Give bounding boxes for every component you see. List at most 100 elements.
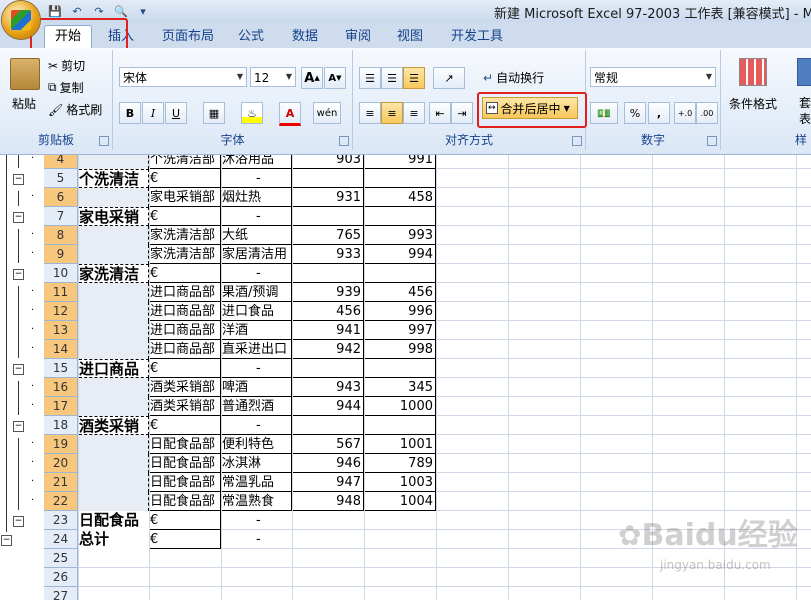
cell-e[interactable] — [365, 359, 436, 378]
tab-review[interactable]: 审阅 — [345, 26, 371, 48]
row-header[interactable]: 10 — [44, 264, 78, 283]
cell-d[interactable] — [293, 264, 364, 283]
cell-a[interactable] — [79, 454, 149, 473]
decrease-decimal-button[interactable]: .00 — [696, 102, 718, 124]
redo-icon[interactable]: ↷ — [90, 3, 108, 19]
cell-c[interactable]: 直采进出口 — [222, 340, 292, 359]
cell-a[interactable] — [79, 155, 149, 169]
cell-e[interactable]: 1000 — [365, 397, 436, 416]
row-header[interactable]: 26 — [44, 568, 78, 587]
top-align-button[interactable]: ☰ — [359, 67, 381, 89]
row-header[interactable]: 5 — [44, 169, 78, 188]
cell-c[interactable] — [222, 416, 292, 435]
office-button[interactable] — [2, 1, 40, 39]
cell-d[interactable]: 933 — [293, 245, 364, 264]
cell-d[interactable]: 944 — [293, 397, 364, 416]
row-header[interactable]: 9 — [44, 245, 78, 264]
cell-b[interactable]: € — [150, 511, 221, 530]
collapse-group-icon[interactable]: − — [13, 212, 24, 223]
borders-button[interactable]: ▦ — [203, 102, 225, 124]
cell-a[interactable] — [79, 435, 149, 454]
cell-c[interactable]: 家居清洁用 — [222, 245, 292, 264]
row-header[interactable]: 18 — [44, 416, 78, 435]
cell-c[interactable]: 常温熟食 — [222, 492, 292, 511]
cell-c[interactable] — [222, 169, 292, 188]
cell-b[interactable]: 日配食品部 — [150, 454, 221, 473]
cell-a[interactable] — [79, 473, 149, 492]
cell-b[interactable]: 个洗清洁部 — [150, 155, 221, 169]
collapse-group-icon[interactable]: − — [13, 174, 24, 185]
cell-b[interactable]: 日配食品部 — [150, 473, 221, 492]
bold-button[interactable]: B — [119, 102, 141, 124]
cell-c[interactable]: 洋酒 — [222, 321, 292, 340]
tab-formulas[interactable]: 公式 — [238, 26, 264, 48]
row-header[interactable]: 15 — [44, 359, 78, 378]
row-header[interactable]: 17 — [44, 397, 78, 416]
font-color-button[interactable]: A — [279, 102, 301, 126]
cell-b[interactable]: € — [150, 530, 221, 549]
undo-icon[interactable]: ↶ — [68, 3, 86, 19]
font-launcher-icon[interactable] — [339, 136, 349, 146]
phonetic-guide-button[interactable]: wén — [313, 102, 341, 124]
currency-button[interactable]: 💵 — [590, 102, 618, 124]
row-header[interactable]: 7 — [44, 207, 78, 226]
tab-page-layout[interactable]: 页面布局 — [162, 26, 214, 48]
row-header[interactable]: 16 — [44, 378, 78, 397]
row-header[interactable]: 20 — [44, 454, 78, 473]
cell-a[interactable] — [79, 302, 149, 321]
cell-a[interactable] — [79, 283, 149, 302]
cell-e[interactable]: 993 — [365, 226, 436, 245]
cell-c[interactable]: 常温乳品 — [222, 473, 292, 492]
cell-e[interactable]: 1004 — [365, 492, 436, 511]
format-painter-button[interactable]: 🖌 格式刷 — [48, 101, 102, 118]
row-header[interactable]: 21 — [44, 473, 78, 492]
row-header[interactable]: 19 — [44, 435, 78, 454]
cell-e[interactable]: 1003 — [365, 473, 436, 492]
cell-c[interactable]: 啤酒 — [222, 378, 292, 397]
customize-qat-icon[interactable]: ▾ — [134, 3, 152, 19]
collapse-total-icon[interactable]: − — [1, 535, 12, 546]
cell-c[interactable]: 烟灶热 — [222, 188, 292, 207]
cell-b[interactable]: 进口商品部 — [150, 283, 221, 302]
align-center-button[interactable]: ≡ — [381, 102, 403, 124]
font-size-select[interactable]: 12 ▼ — [250, 67, 296, 87]
align-left-button[interactable]: ≡ — [359, 102, 381, 124]
cell-e[interactable]: 994 — [365, 245, 436, 264]
cell-d[interactable]: 941 — [293, 321, 364, 340]
cell-b[interactable]: € — [150, 416, 221, 435]
cell-a[interactable]: 个洗清洁 — [79, 169, 149, 188]
cell-e[interactable]: 1001 — [365, 435, 436, 454]
cell-b[interactable]: € — [150, 359, 221, 378]
cell-b[interactable]: 家洗清洁部 — [150, 245, 221, 264]
cell-e[interactable]: 998 — [365, 340, 436, 359]
cell-d[interactable]: 939 — [293, 283, 364, 302]
cell-e[interactable] — [365, 264, 436, 283]
cell-a[interactable] — [79, 321, 149, 340]
cell-c[interactable]: 便利特色 — [222, 435, 292, 454]
cell-a[interactable] — [79, 188, 149, 207]
tab-data[interactable]: 数据 — [292, 26, 318, 48]
cell-c[interactable]: 大纸 — [222, 226, 292, 245]
cell-e[interactable]: 789 — [365, 454, 436, 473]
row-header[interactable]: 12 — [44, 302, 78, 321]
number-launcher-icon[interactable] — [707, 136, 717, 146]
grow-font-button[interactable]: A ▲ — [301, 67, 323, 89]
shrink-font-button[interactable]: A ▼ — [324, 67, 346, 89]
cell-e[interactable]: 458 — [365, 188, 436, 207]
cell-b[interactable]: 家洗清洁部 — [150, 226, 221, 245]
cell-d[interactable]: 567 — [293, 435, 364, 454]
cell-e[interactable] — [365, 169, 436, 188]
copy-button[interactable]: ⧉ 复制 — [48, 79, 84, 96]
cell-a[interactable]: 家洗清洁 — [79, 264, 149, 283]
cell-e[interactable] — [365, 207, 436, 226]
row-header[interactable]: 23 — [44, 511, 78, 530]
collapse-group-icon[interactable]: − — [13, 516, 24, 527]
cell-a[interactable] — [79, 492, 149, 511]
cell-d[interactable]: 948 — [293, 492, 364, 511]
row-header[interactable]: 11 — [44, 283, 78, 302]
middle-align-button[interactable]: ☰ — [381, 67, 403, 89]
format-as-table-button[interactable]: 套 表格格 — [799, 95, 811, 127]
cell-d[interactable]: 946 — [293, 454, 364, 473]
cell-b[interactable]: 进口商品部 — [150, 340, 221, 359]
cell-c[interactable]: 普通烈酒 — [222, 397, 292, 416]
